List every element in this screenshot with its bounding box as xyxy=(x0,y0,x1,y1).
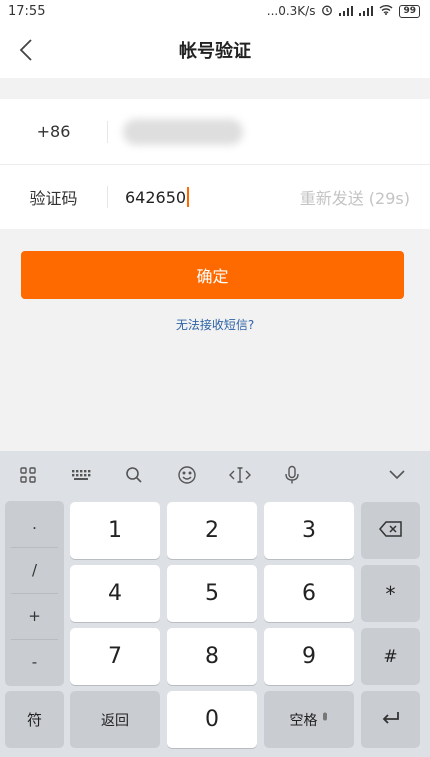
mic-small-icon xyxy=(321,712,329,728)
search-icon[interactable] xyxy=(122,463,146,487)
status-icons: ...0.3K/s 99 xyxy=(267,4,420,19)
emoji-icon[interactable] xyxy=(175,463,199,487)
key-dot[interactable]: . xyxy=(5,501,64,547)
cursor-move-icon[interactable] xyxy=(228,463,252,487)
key-2[interactable]: 2 xyxy=(167,502,257,559)
code-input[interactable]: 642650 xyxy=(125,187,190,207)
phone-number-field[interactable] xyxy=(123,118,243,145)
key-0[interactable]: 0 xyxy=(167,691,257,748)
space-key-label: 空格 xyxy=(289,712,318,729)
keyboard-icon[interactable] xyxy=(69,463,93,487)
key-9[interactable]: 9 xyxy=(264,628,354,685)
alarm-icon xyxy=(321,4,333,19)
nav-bar: 帐号验证 xyxy=(0,22,430,78)
code-label: 验证码 xyxy=(29,189,78,208)
backspace-key[interactable] xyxy=(361,502,420,559)
collapse-keyboard-icon[interactable] xyxy=(385,463,409,487)
return-key[interactable]: 返回 xyxy=(70,691,160,748)
confirm-button[interactable]: 确定 xyxy=(21,251,404,299)
key-minus[interactable]: - xyxy=(5,639,64,685)
phone-row: +86 xyxy=(0,99,430,164)
resend-button[interactable]: 重新发送 (29s) xyxy=(300,185,410,209)
backspace-icon xyxy=(378,520,403,541)
space-key[interactable]: 空格 xyxy=(264,691,354,748)
network-speed: ...0.3K/s xyxy=(266,4,316,18)
status-bar: 17:55 ...0.3K/s 99 xyxy=(0,0,430,22)
keyboard-toolbar xyxy=(0,451,430,498)
key-slash[interactable]: / xyxy=(5,547,64,593)
code-row: 验证码 642650 重新发送 (29s) xyxy=(0,164,430,229)
text-caret xyxy=(187,187,190,207)
key-hash[interactable]: # xyxy=(361,628,420,685)
key-4[interactable]: 4 xyxy=(70,565,160,622)
battery-icon: 99 xyxy=(399,4,420,18)
key-5[interactable]: 5 xyxy=(167,565,257,622)
row-divider xyxy=(107,186,108,208)
numeric-keyboard: . / + - 1 2 3 4 5 6 7 8 9 0 * # 符 返回 空格 xyxy=(0,451,430,757)
signal-2-icon xyxy=(359,6,374,16)
symbol-column: . / + - xyxy=(5,501,64,686)
symbol-key[interactable]: 符 xyxy=(5,691,64,748)
key-6[interactable]: 6 xyxy=(264,565,354,622)
signal-icon xyxy=(339,6,354,16)
back-arrow-icon[interactable] xyxy=(10,34,42,66)
page-title: 帐号验证 xyxy=(179,41,251,62)
microphone-icon[interactable] xyxy=(280,463,304,487)
status-time: 17:55 xyxy=(8,3,46,19)
key-3[interactable]: 3 xyxy=(264,502,354,559)
verification-form: +86 验证码 642650 重新发送 (29s) xyxy=(0,99,430,229)
key-8[interactable]: 8 xyxy=(167,628,257,685)
key-asterisk[interactable]: * xyxy=(361,565,420,622)
cant-receive-sms-link[interactable]: 无法接收短信? xyxy=(0,316,430,333)
enter-icon xyxy=(381,710,401,730)
enter-key[interactable] xyxy=(361,691,420,748)
grid-menu-icon[interactable] xyxy=(16,463,40,487)
wifi-icon xyxy=(379,4,393,18)
country-code-selector[interactable]: +86 xyxy=(0,122,107,141)
key-7[interactable]: 7 xyxy=(70,628,160,685)
key-plus[interactable]: + xyxy=(5,593,64,639)
row-divider xyxy=(107,120,108,143)
code-input-value: 642650 xyxy=(125,187,187,207)
key-1[interactable]: 1 xyxy=(70,502,160,559)
